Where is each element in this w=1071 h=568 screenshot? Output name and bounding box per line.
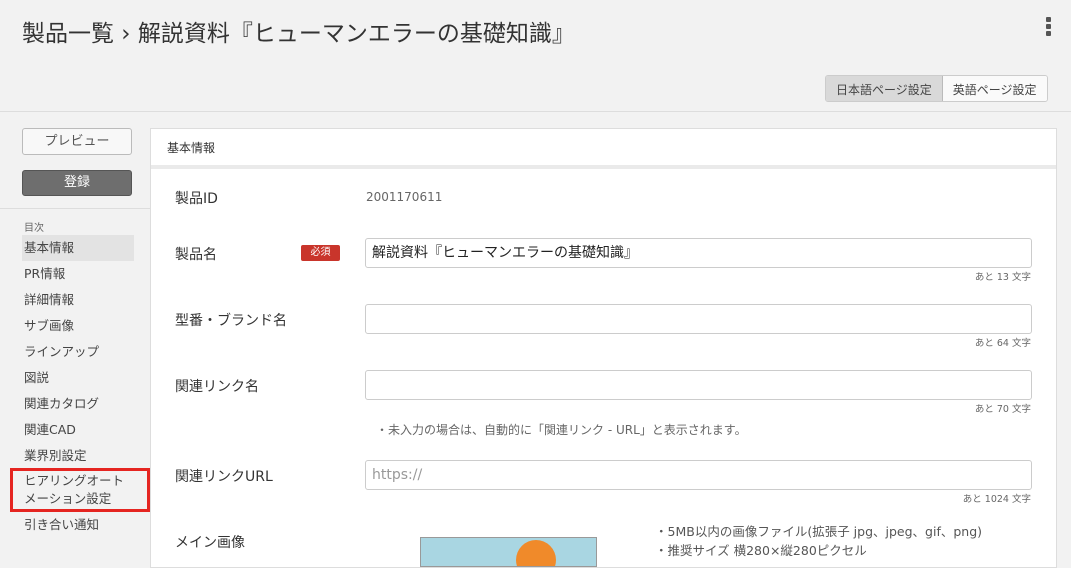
toc-item-sub-image[interactable]: サブ画像 bbox=[22, 313, 134, 339]
toc-item-inquiry-notice[interactable]: 引き合い通知 bbox=[22, 512, 134, 538]
image-note-size: ・推奨サイズ 横280×縦280ピクセル bbox=[655, 543, 867, 558]
link-name-count: あと 70 文字 bbox=[974, 404, 1031, 415]
required-badge: 必須 bbox=[301, 245, 340, 261]
tab-english-page[interactable]: 英語ページ設定 bbox=[942, 76, 1047, 101]
image-note-format: ・5MB以内の画像ファイル(拡張子 jpg、jpeg、gif、png) bbox=[655, 524, 983, 539]
toc-item-pr[interactable]: PR情報 bbox=[22, 261, 134, 287]
toc-item-catalog[interactable]: 関連カタログ bbox=[22, 391, 134, 417]
register-button[interactable]: 登録 bbox=[22, 170, 132, 196]
highlight-box bbox=[10, 468, 150, 512]
page-title: 製品一覧 › 解説資料『ヒューマンエラーの基礎知識』 bbox=[22, 21, 575, 47]
toc-item-cad[interactable]: 関連CAD bbox=[22, 417, 134, 443]
product-name-label: 製品名 bbox=[175, 247, 217, 263]
divider bbox=[0, 208, 150, 209]
toc-item-lineup[interactable]: ラインアップ bbox=[22, 339, 134, 365]
link-url-count: あと 1024 文字 bbox=[962, 494, 1031, 505]
link-name-note: ・未入力の場合は、自動的に「関連リンク - URL」と表示されます。 bbox=[376, 423, 747, 437]
product-name-input[interactable]: 解説資料『ヒューマンエラーの基礎知識』 bbox=[365, 238, 1032, 268]
section-title: 基本情報 bbox=[151, 129, 1056, 169]
toc-heading: 目次 bbox=[24, 223, 44, 234]
link-name-input[interactable] bbox=[365, 370, 1032, 400]
page-header: 製品一覧 › 解説資料『ヒューマンエラーの基礎知識』 日本語ページ設定 英語ペー… bbox=[0, 0, 1071, 112]
link-name-label: 関連リンク名 bbox=[175, 379, 259, 395]
toc-item-industry[interactable]: 業界別設定 bbox=[22, 443, 134, 469]
tab-japanese-page[interactable]: 日本語ページ設定 bbox=[826, 76, 943, 101]
link-url-label: 関連リンクURL bbox=[175, 469, 273, 485]
toc-item-diagram[interactable]: 図説 bbox=[22, 365, 134, 391]
product-name-count: あと 13 文字 bbox=[974, 272, 1031, 283]
main-image-preview[interactable] bbox=[420, 537, 597, 567]
image-figure bbox=[516, 540, 556, 566]
link-url-input[interactable]: https:// bbox=[365, 460, 1032, 490]
product-id-label: 製品ID bbox=[175, 191, 218, 207]
model-brand-label: 型番・ブランド名 bbox=[175, 313, 287, 329]
preview-button[interactable]: プレビュー bbox=[22, 128, 132, 155]
more-menu-icon[interactable] bbox=[1046, 17, 1052, 38]
product-id-value: 2001170611 bbox=[366, 190, 443, 204]
main-image-label: メイン画像 bbox=[175, 535, 245, 551]
model-brand-count: あと 64 文字 bbox=[974, 338, 1031, 349]
toc-item-detail[interactable]: 詳細情報 bbox=[22, 287, 134, 313]
toc-item-basic[interactable]: 基本情報 bbox=[22, 235, 134, 261]
basic-info-panel: 基本情報 bbox=[150, 128, 1057, 568]
language-tabs: 日本語ページ設定 英語ページ設定 bbox=[825, 75, 1048, 102]
model-brand-input[interactable] bbox=[365, 304, 1032, 334]
